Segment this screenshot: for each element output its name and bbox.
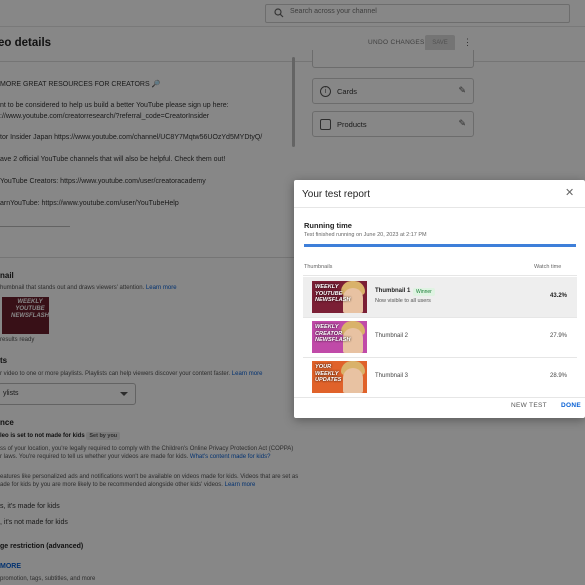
thumbnail-2-watch-time: 27.9%: [549, 333, 567, 339]
done-button[interactable]: DONE: [561, 402, 581, 409]
thumbnail-1-name: Thumbnail 1: [375, 288, 411, 294]
table-header-divider: [303, 275, 577, 276]
watch-time-column-header: Watch time: [534, 264, 562, 270]
thumbnail-1-text: WEEKLY YOUTUBE NEWSFLASH: [315, 284, 351, 303]
face-shape: [343, 368, 363, 393]
thumbnail-row-2: WEEKLY CREATOR NEWSFLASH Thumbnail 2 27.…: [303, 317, 577, 357]
thumbnail-3-text: YOUR WEEKLY UPDATES: [315, 364, 342, 383]
thumbnail-1-watch-time: 43.2%: [549, 293, 567, 299]
running-time-subtitle: Test finished running on June 20, 2023 a…: [304, 232, 427, 238]
thumbnails-column-header: Thumbnails: [304, 264, 333, 270]
test-report-dialog: Your test report ✕ Running time Test fin…: [294, 180, 585, 418]
thumbnail-1-status: Now visible to all users: [375, 298, 431, 304]
thumbnail-row-1: WEEKLY YOUTUBE NEWSFLASH Thumbnail 1 Win…: [303, 277, 577, 317]
thumbnail-3-image: YOUR WEEKLY UPDATES: [312, 361, 367, 393]
thumbnail-row-3: YOUR WEEKLY UPDATES Thumbnail 3 28.9%: [303, 357, 577, 397]
thumbnail-2-image: WEEKLY CREATOR NEWSFLASH: [312, 321, 367, 353]
running-time-progress: [304, 244, 576, 247]
dialog-title: Your test report: [302, 189, 371, 200]
thumbnail-2-text: WEEKLY CREATOR NEWSFLASH: [315, 324, 351, 343]
progress-fill: [304, 244, 576, 247]
thumbnail-1-image: WEEKLY YOUTUBE NEWSFLASH: [312, 281, 367, 313]
dialog-header-divider: [294, 207, 585, 208]
thumbnail-3-name: Thumbnail 3: [375, 373, 409, 379]
winner-badge: Winner: [413, 288, 435, 296]
running-time-title: Running time: [304, 221, 352, 230]
new-test-button[interactable]: NEW TEST: [511, 402, 547, 409]
thumbnail-3-watch-time: 28.9%: [549, 373, 567, 379]
thumbnail-2-name: Thumbnail 2: [375, 333, 409, 339]
dialog-footer-divider: [294, 397, 585, 398]
close-icon[interactable]: ✕: [565, 186, 574, 199]
